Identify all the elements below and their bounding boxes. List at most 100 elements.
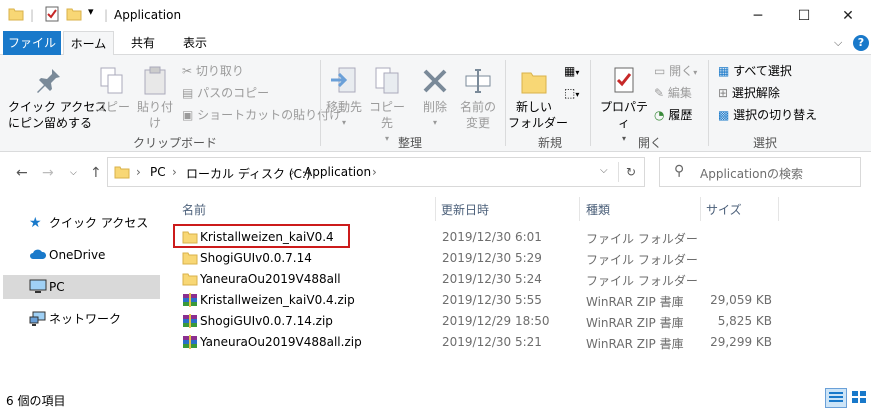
tab-view[interactable]: 表示 (172, 31, 218, 55)
star-icon: ★ (29, 215, 42, 231)
folder-icon (114, 166, 130, 179)
file-date: 2019/12/30 5:55 (442, 293, 542, 307)
column-header-size[interactable]: サイズ (706, 201, 742, 218)
search-icon: ⚲ (674, 163, 685, 179)
file-type: ファイル フォルダー (586, 232, 698, 246)
large-icons-view-icon (852, 391, 866, 403)
file-name: ShogiGUIv0.0.7.14.zip (200, 314, 333, 328)
chevron-down-icon: ▾ (693, 68, 698, 77)
folder-icon (182, 271, 198, 290)
ribbon: クイック アクセス にピン留めする コピー 貼り付け ✂ 切り取り ▤ パスのコ… (0, 55, 871, 152)
column-header-name[interactable]: 名前 (182, 201, 206, 218)
file-date: 2019/12/30 5:24 (442, 272, 542, 286)
cut-button[interactable]: ✂ 切り取り (182, 61, 244, 81)
properties-icon[interactable] (44, 6, 60, 25)
file-date: 2019/12/30 6:01 (442, 230, 542, 244)
tab-home[interactable]: ホーム (63, 31, 114, 56)
title-bar: | ▾ | Application ─ ☐ ✕ (0, 0, 871, 31)
refresh-icon[interactable]: ↻ (626, 165, 636, 179)
chevron-down-icon[interactable]: ⌵ (834, 36, 842, 50)
open-icon: ▭ (654, 64, 666, 78)
select-all-icon: ▦ (718, 64, 730, 78)
computer-icon (29, 279, 47, 293)
open-button[interactable]: ▭ 開く▾ (654, 61, 697, 81)
nav-item-network[interactable]: ネットワーク (3, 307, 160, 331)
history-button[interactable]: ◔ 履歴 (654, 105, 692, 125)
table-row[interactable]: ShogiGUIv0.0.7.14 2019/12/30 5:29 ファイル フォル… (176, 248, 778, 269)
breadcrumb-pc[interactable]: PC (150, 165, 166, 179)
file-size: 29,299 KB (710, 335, 772, 349)
file-date: 2019/12/29 18:50 (442, 314, 550, 328)
file-type: WinRAR ZIP 書庫 (586, 316, 684, 330)
nav-item-onedrive[interactable]: OneDrive (3, 243, 160, 267)
paste-button[interactable]: 貼り付け (132, 65, 178, 131)
highlight-box (173, 224, 350, 248)
new-item-icon: ▦ (564, 64, 576, 78)
scissors-icon: ✂ (182, 64, 193, 78)
tab-file[interactable]: ファイル (3, 31, 61, 55)
properties-icon (614, 67, 634, 93)
minimize-button[interactable]: ─ (735, 0, 781, 31)
copy-icon (100, 67, 123, 94)
up-button[interactable]: ↑ (90, 165, 102, 181)
zip-archive-icon (182, 292, 198, 311)
file-size: 29,059 KB (710, 293, 772, 307)
easy-access-icon: ⬚ (564, 86, 576, 100)
clipboard-icon (144, 66, 166, 95)
search-input[interactable]: Applicationの検索 (700, 165, 803, 182)
table-row[interactable]: Kristallweizen_kaiV0.4.zip 2019/12/30 5:5… (176, 290, 778, 311)
file-name: YaneuraOu2019V488all (200, 272, 341, 286)
paste-shortcut-button[interactable]: ▣ ショートカットの貼り付け (182, 105, 341, 125)
maximize-button[interactable]: ☐ (781, 0, 827, 31)
table-row[interactable]: YaneuraOu2019V488all 2019/12/30 5:24 ファイル … (176, 269, 778, 290)
table-row[interactable]: ShogiGUIv0.0.7.14.zip 2019/12/29 18:50 Win… (176, 311, 778, 332)
folder-icon (8, 6, 24, 25)
move-to-button[interactable]: 移動先 ▾ (324, 65, 364, 131)
new-folder-button[interactable]: 新しい フォルダー (508, 65, 568, 131)
search-box[interactable]: ⚲ Applicationの検索 (659, 157, 861, 187)
column-header-type[interactable]: 種類 (586, 201, 610, 218)
close-button[interactable]: ✕ (825, 0, 871, 31)
chevron-down-icon: ▾ (575, 68, 580, 77)
network-icon (29, 311, 46, 326)
new-item-button[interactable]: ▦▾ (564, 61, 579, 81)
pin-quick-access-button[interactable]: クイック アクセス にピン留めする (8, 65, 107, 131)
forward-button[interactable]: → (42, 165, 54, 181)
rename-icon (465, 69, 491, 93)
copy-button[interactable]: コピー (94, 65, 130, 115)
large-icons-view-button[interactable] (849, 388, 871, 408)
easy-access-button[interactable]: ⬚▾ (564, 83, 579, 103)
nav-item-quick-access[interactable]: ★ クイック アクセス (3, 211, 160, 235)
back-button[interactable]: ← (16, 165, 28, 181)
delete-button[interactable]: 削除 ▾ (414, 65, 456, 131)
select-all-button[interactable]: ▦ すべて選択 (718, 61, 792, 81)
select-none-button[interactable]: ⊞ 選択解除 (718, 83, 780, 103)
details-view-button[interactable] (825, 388, 847, 408)
group-label-select: 選択 (752, 136, 777, 150)
group-label-new: 新規 (537, 136, 562, 150)
address-bar[interactable]: › PC › ローカル ディスク (C:) › Application › ⌵ … (107, 157, 645, 187)
file-name: Kristallweizen_kaiV0.4.zip (200, 293, 355, 307)
chevron-down-icon[interactable]: ▾ (88, 5, 94, 18)
file-date: 2019/12/30 5:21 (442, 335, 542, 349)
copy-path-button[interactable]: ▤ パスのコピー (182, 83, 269, 103)
new-folder-icon[interactable] (66, 6, 82, 25)
file-date: 2019/12/30 5:29 (442, 251, 542, 265)
chevron-down-icon[interactable]: ⌵ (70, 168, 77, 178)
help-icon[interactable]: ? (853, 35, 869, 51)
ribbon-tabs: ファイル ホーム 共有 表示 ⌵ ? (0, 31, 871, 56)
edit-button[interactable]: ✎ 編集 (654, 83, 692, 103)
select-none-icon: ⊞ (718, 86, 729, 100)
zip-archive-icon (182, 313, 198, 332)
chevron-down-icon: ▾ (341, 118, 346, 127)
rename-button[interactable]: 名前の 変更 (456, 65, 500, 131)
chevron-down-icon[interactable]: ⌵ (600, 165, 608, 176)
history-icon: ◔ (654, 108, 665, 122)
table-row[interactable]: YaneuraOu2019V488all.zip 2019/12/30 5:21 W… (176, 332, 778, 353)
invert-selection-button[interactable]: ▩ 選択の切り替え (718, 105, 817, 125)
nav-item-pc[interactable]: PC (3, 275, 160, 299)
column-header-date[interactable]: 更新日時 (441, 201, 489, 218)
tab-share[interactable]: 共有 (118, 31, 168, 55)
breadcrumb-folder[interactable]: Application (304, 165, 371, 179)
copy-to-icon (375, 67, 399, 94)
